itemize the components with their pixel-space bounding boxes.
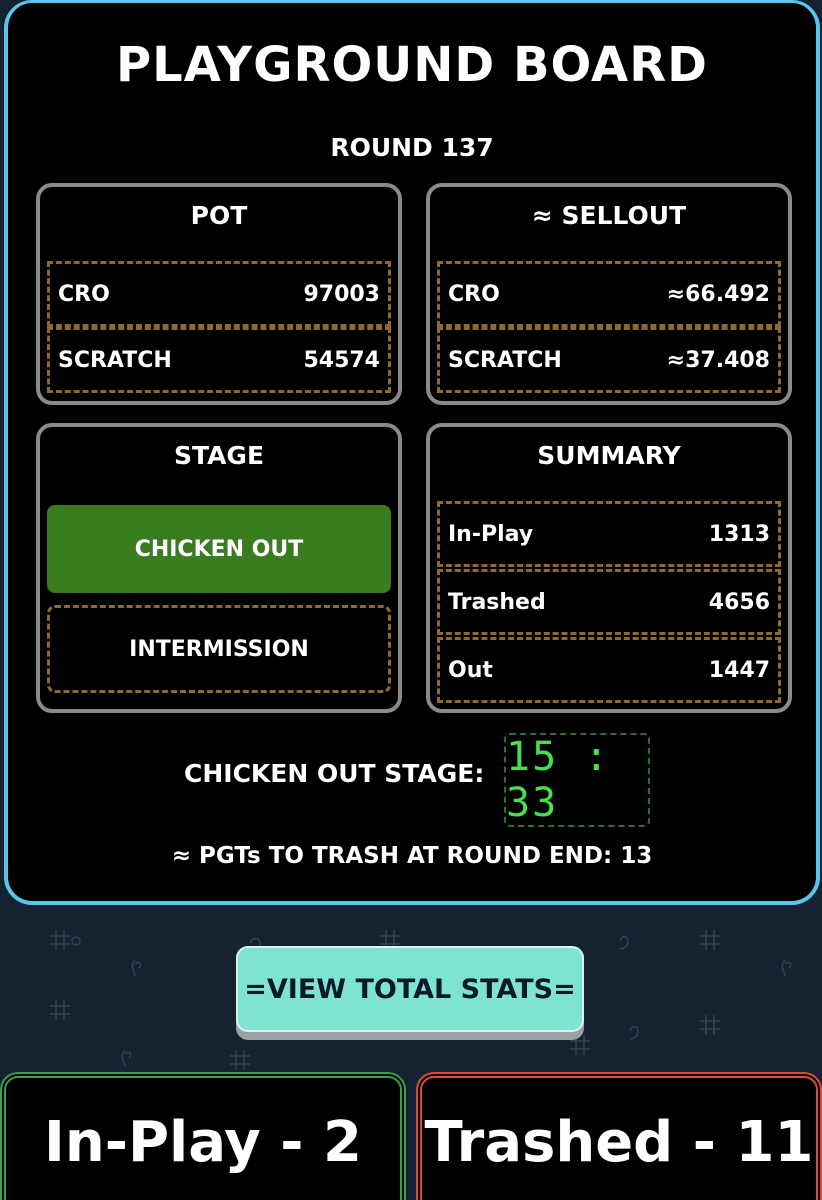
trashed-tab[interactable]: Trashed - 11 bbox=[416, 1072, 822, 1200]
summary-row-label: Out bbox=[448, 657, 493, 683]
sellout-row-value: ≈37.408 bbox=[666, 347, 770, 373]
summary-row-value: 4656 bbox=[708, 589, 770, 615]
summary-title: SUMMARY bbox=[537, 441, 681, 470]
board-title: PLAYGROUND BOARD bbox=[116, 37, 708, 93]
pot-row-cro: CRO 97003 bbox=[47, 261, 391, 327]
pot-row-value: 97003 bbox=[303, 281, 380, 307]
stage-chicken-out-button[interactable]: CHICKEN OUT bbox=[47, 505, 391, 593]
view-total-stats-button[interactable]: =VIEW TOTAL STATS= bbox=[236, 946, 584, 1032]
summary-row-in-play: In-Play 1313 bbox=[437, 501, 781, 567]
in-play-tab[interactable]: In-Play - 2 bbox=[0, 1072, 406, 1200]
summary-row-value: 1313 bbox=[708, 521, 770, 547]
countdown-timer: 15 : 33 bbox=[504, 733, 650, 827]
sellout-title: ≈ SELLOUT bbox=[531, 201, 687, 230]
pot-row-value: 54574 bbox=[303, 347, 380, 373]
page: PLAYGROUND BOARD ROUND 137 POT CRO 97003… bbox=[0, 0, 822, 1200]
trash-at-round-end-text: ≈ PGTs TO TRASH AT ROUND END: 13 bbox=[171, 843, 653, 869]
countdown-label: CHICKEN OUT STAGE: bbox=[184, 759, 485, 788]
pot-card: POT CRO 97003 SCRATCH 54574 bbox=[36, 183, 402, 405]
pot-title: POT bbox=[190, 201, 248, 230]
pot-row-label: CRO bbox=[58, 281, 110, 307]
stage-title: STAGE bbox=[173, 441, 265, 470]
summary-row-label: Trashed bbox=[448, 589, 546, 615]
summary-card: SUMMARY In-Play 1313 Trashed 4656 Out 14… bbox=[426, 423, 792, 713]
pot-row-label: SCRATCH bbox=[58, 347, 172, 373]
stage-card: STAGE CHICKEN OUT INTERMISSION bbox=[36, 423, 402, 713]
sellout-row-cro: CRO ≈66.492 bbox=[437, 261, 781, 327]
playground-board: PLAYGROUND BOARD ROUND 137 POT CRO 97003… bbox=[4, 0, 820, 905]
pot-row-scratch: SCRATCH 54574 bbox=[47, 327, 391, 393]
round-number: ROUND 137 bbox=[330, 133, 494, 162]
sellout-card: ≈ SELLOUT CRO ≈66.492 SCRATCH ≈37.408 bbox=[426, 183, 792, 405]
stage-intermission-button[interactable]: INTERMISSION bbox=[47, 605, 391, 693]
summary-row-trashed: Trashed 4656 bbox=[437, 569, 781, 635]
summary-row-label: In-Play bbox=[448, 521, 534, 547]
sellout-row-value: ≈66.492 bbox=[666, 281, 770, 307]
sellout-row-label: CRO bbox=[448, 281, 500, 307]
sellout-row-scratch: SCRATCH ≈37.408 bbox=[437, 327, 781, 393]
sellout-row-label: SCRATCH bbox=[448, 347, 562, 373]
summary-row-out: Out 1447 bbox=[437, 637, 781, 703]
summary-row-value: 1447 bbox=[708, 657, 770, 683]
